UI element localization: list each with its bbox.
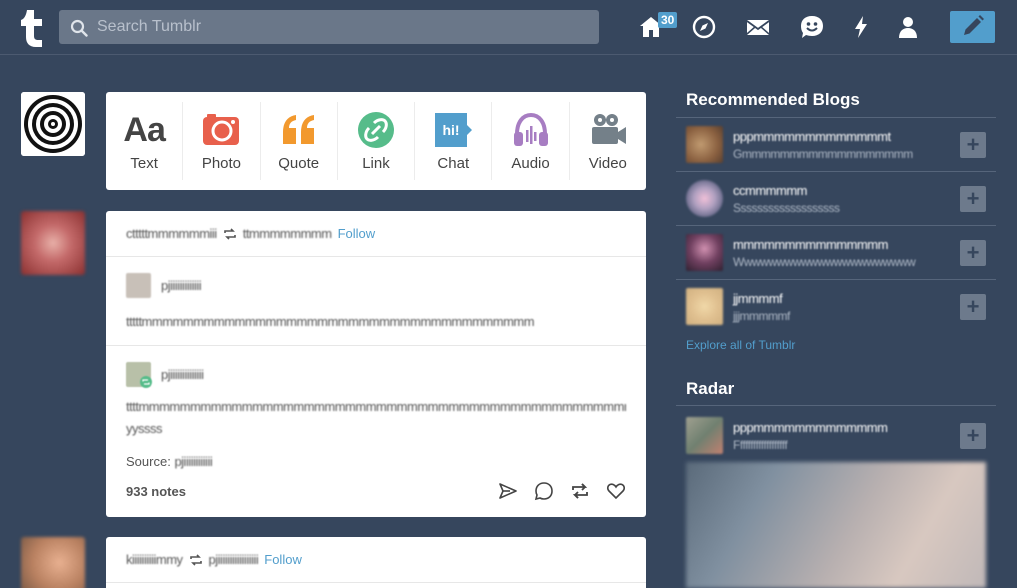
- reblog-icon: [223, 227, 236, 240]
- headphones-icon: [513, 112, 548, 146]
- follow-blog-button[interactable]: +: [960, 186, 986, 212]
- follow-blog-button[interactable]: +: [960, 132, 986, 158]
- divider: [676, 171, 996, 172]
- divider: [676, 279, 996, 280]
- reply-icon[interactable]: [534, 481, 554, 501]
- post-header: ctttttmmmmmmiii ttmmmmmmmm Follow: [106, 211, 646, 257]
- account-icon[interactable]: [895, 14, 921, 40]
- blog-avatar[interactable]: [686, 417, 723, 454]
- post2-author-avatar[interactable]: [21, 537, 85, 588]
- home-badge: 30: [658, 12, 678, 28]
- create-post-bar: Aa Text Photo Quote Link hi! Chat Audio …: [106, 92, 646, 190]
- post-footer: 933 notes: [106, 465, 646, 517]
- radar-title: Radar: [686, 379, 735, 398]
- camera-icon: [203, 114, 240, 145]
- blog-description: Fffffffffffffffffff: [733, 438, 788, 452]
- top-bar: 30: [0, 0, 1017, 55]
- link-icon: [357, 112, 394, 148]
- recommended-blog-item[interactable]: jjmmmmf jjjmmmmmf +: [686, 288, 986, 325]
- reblog-entry: pjiiiiiiiiiiiii tttttmmmmmmmmmmmmmmmmmmm…: [106, 257, 646, 333]
- reblog-icon[interactable]: [570, 481, 590, 501]
- blog-name[interactable]: pppmmmmmmmmmmmmm: [733, 420, 888, 435]
- reblogger-name[interactable]: pjiiiiiiiiiiiii: [161, 278, 202, 293]
- reblog-icon: [189, 553, 202, 566]
- blog-name[interactable]: ccmmmmmm: [733, 183, 807, 198]
- blog-name[interactable]: jjmmmmf: [733, 291, 783, 306]
- post-type-text[interactable]: Aa Text: [106, 102, 184, 180]
- recommended-blogs-title: Recommended Blogs: [686, 90, 860, 109]
- radar-blog-item[interactable]: pppmmmmmmmmmmmmm Fffffffffffffffffff +: [686, 417, 986, 454]
- blog-description: Wwwwwwwwwwwwwwwwwwwwww: [733, 255, 916, 269]
- blog-name[interactable]: pppmmmmmmmmmmmmmt: [733, 129, 891, 144]
- recommended-blog-item[interactable]: mmmmmmmmmmmmmmm Wwwwwwwwwwwwwwwwwwwwww +: [686, 234, 986, 271]
- follow-blog-button[interactable]: +: [960, 240, 986, 266]
- my-avatar[interactable]: [21, 92, 85, 156]
- chat-icon: hi!: [435, 113, 473, 147]
- quote-icon: [282, 115, 314, 144]
- blog-avatar[interactable]: [686, 126, 723, 163]
- post-card: kiiiiiiiiiimmy pjiiiiiiiiiiiiiiiii Follo…: [106, 537, 646, 588]
- search-icon: [70, 19, 88, 37]
- text-icon: Aa: [123, 110, 165, 149]
- post-author-name[interactable]: ctttttmmmmmmiii: [126, 226, 217, 241]
- reblogger-avatar[interactable]: [126, 361, 152, 388]
- like-icon[interactable]: [606, 481, 626, 501]
- reblog-badge-icon: [140, 375, 152, 388]
- blog-description: Sssssssssssssssssss: [733, 201, 840, 215]
- reblog-entry: pjiiiiiiiiiiiiii ttttmmmmmmmmmmmmmmmmmmm…: [106, 346, 646, 469]
- follow-blog-button[interactable]: +: [960, 294, 986, 320]
- follow-link[interactable]: Follow: [338, 226, 376, 241]
- video-camera-icon: [591, 114, 626, 144]
- blog-avatar[interactable]: [686, 234, 723, 271]
- reblog-text-continued: yyssss: [126, 421, 163, 436]
- post-type-chat[interactable]: hi! Chat: [415, 102, 493, 180]
- blog-description: Gmmmmmmmmmmmmmmmmmm: [733, 147, 913, 161]
- compass-icon[interactable]: [691, 14, 717, 40]
- spiral-avatar-image: [21, 92, 85, 156]
- post-type-photo[interactable]: Photo: [183, 102, 261, 180]
- reblogged-from-name[interactable]: pjiiiiiiiiiiiiiiiii: [209, 552, 259, 567]
- post-type-link[interactable]: Link: [338, 102, 416, 180]
- post-type-video[interactable]: Video: [570, 102, 646, 180]
- follow-blog-button[interactable]: +: [960, 423, 986, 449]
- divider: [676, 225, 996, 226]
- divider: [676, 405, 996, 406]
- blog-description: jjjmmmmmf: [733, 309, 790, 323]
- post-author-avatar[interactable]: [21, 211, 85, 275]
- search-box[interactable]: [59, 10, 599, 44]
- post-author-name[interactable]: kiiiiiiiiiimmy: [126, 552, 183, 567]
- tumblr-logo[interactable]: [18, 8, 48, 48]
- radar-post-image[interactable]: [686, 462, 986, 588]
- blog-name[interactable]: mmmmmmmmmmmmmmm: [733, 237, 888, 252]
- mail-icon[interactable]: [745, 14, 771, 40]
- compose-button[interactable]: [950, 11, 995, 43]
- svg-text:hi!: hi!: [443, 122, 460, 138]
- post-card: ctttttmmmmmmiii ttmmmmmmmm Follow pjiiii…: [106, 211, 646, 517]
- reblogged-from-name[interactable]: ttmmmmmmmm: [243, 226, 332, 241]
- share-icon[interactable]: [498, 481, 518, 501]
- post-type-quote[interactable]: Quote: [261, 102, 338, 180]
- follow-link[interactable]: Follow: [264, 552, 302, 567]
- reblog-text: tttttmmmmmmmmmmmmmmmmmmmmmmmmmmmmmmmmmmm…: [126, 314, 535, 329]
- search-input[interactable]: [97, 10, 587, 44]
- lightning-icon[interactable]: [848, 14, 874, 40]
- post-type-audio[interactable]: Audio: [492, 102, 570, 180]
- pencil-icon: [964, 15, 984, 35]
- divider: [676, 117, 996, 118]
- recommended-blog-item[interactable]: ccmmmmmm Sssssssssssssssssss +: [686, 180, 986, 217]
- smiley-icon[interactable]: [799, 14, 825, 40]
- reblogger-name[interactable]: pjiiiiiiiiiiiiii: [161, 367, 204, 382]
- reblog-text: ttttmmmmmmmmmmmmmmmmmmmmmmmmmmmmmmmmmmmm…: [126, 399, 626, 414]
- notes-count[interactable]: 933 notes: [126, 484, 186, 499]
- reblogger-avatar[interactable]: [126, 272, 151, 298]
- blog-avatar[interactable]: [686, 288, 723, 325]
- recommended-blog-item[interactable]: pppmmmmmmmmmmmmmt Gmmmmmmmmmmmmmmmmmm +: [686, 126, 986, 163]
- post-header: kiiiiiiiiiimmy pjiiiiiiiiiiiiiiiii Follo…: [106, 537, 646, 583]
- blog-avatar[interactable]: [686, 180, 723, 217]
- explore-tumblr-link[interactable]: Explore all of Tumblr: [686, 338, 795, 352]
